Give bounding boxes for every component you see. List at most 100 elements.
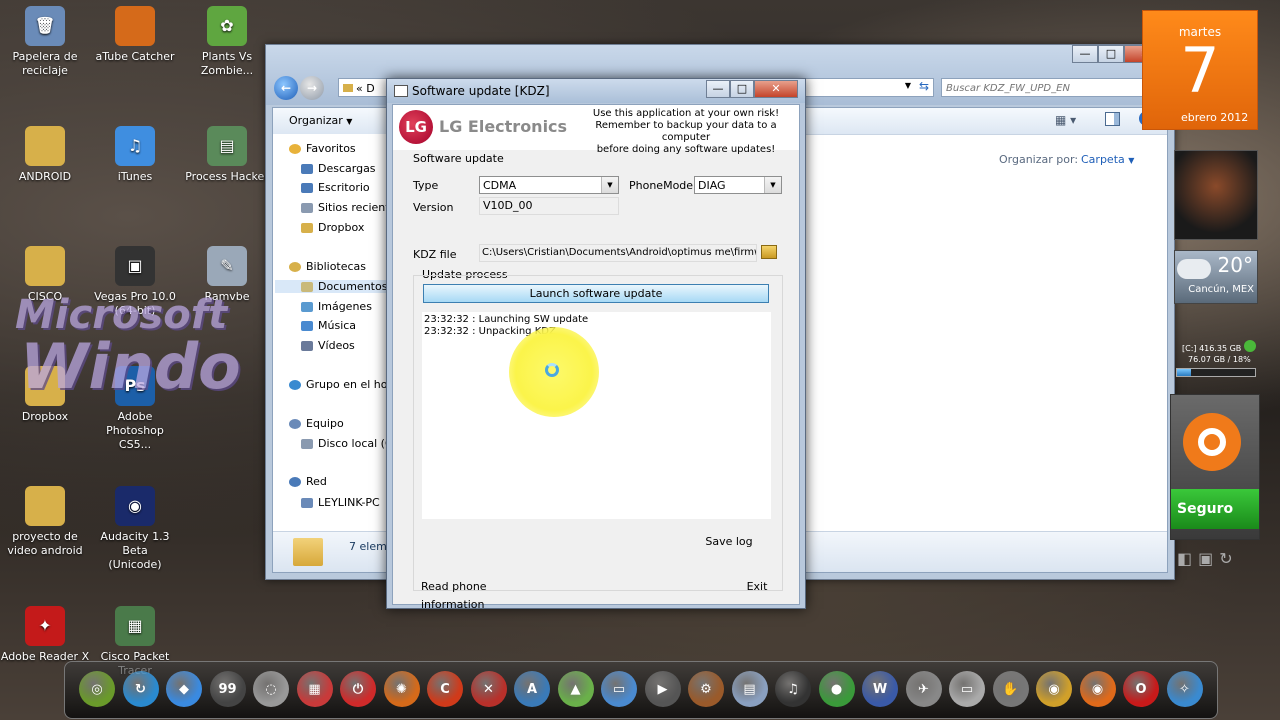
power-icon[interactable]: ⏻ xyxy=(340,671,376,707)
open-folder-icon[interactable] xyxy=(761,245,777,259)
nav-item-label: Grupo en el ho xyxy=(306,378,388,391)
headphones-icon[interactable]: ♫ xyxy=(775,671,811,707)
dialog-minimize-button[interactable]: — xyxy=(706,80,730,98)
nav-item-label: LEYLINK-PC xyxy=(318,496,380,509)
nav-item[interactable]: Grupo en el ho xyxy=(289,378,388,391)
antivirus-controls[interactable]: ◧▣↻ xyxy=(1177,549,1239,568)
nav-item[interactable]: Favoritos xyxy=(289,142,356,155)
desktop-icon[interactable]: ✿ Plants Vs Zombie... xyxy=(182,6,272,78)
address-bar[interactable]: « D xyxy=(338,78,388,97)
safari-icon[interactable]: ✧ xyxy=(1166,671,1203,707)
refresh-icon[interactable]: ⇆ xyxy=(919,79,929,93)
nav-item[interactable]: Documentos xyxy=(275,280,389,293)
minimize-button[interactable]: — xyxy=(1072,45,1098,63)
imac-icon[interactable]: ▭ xyxy=(949,671,985,707)
risk-notice: Use this application at your own risk! R… xyxy=(592,108,780,155)
desktop-icon[interactable]: ▤ Process Hacker xyxy=(182,126,272,184)
opera-icon[interactable]: O xyxy=(1123,671,1159,707)
nav-item[interactable]: Música xyxy=(301,319,356,332)
nav-item-icon xyxy=(301,438,313,449)
search-box[interactable]: ⚲ xyxy=(941,78,1165,97)
weather-gadget[interactable]: 20° Cancún, MEX xyxy=(1174,250,1258,304)
kdz-file-label: KDZ file xyxy=(413,248,457,261)
doc-icon[interactable]: ▤ xyxy=(731,671,768,707)
exit-button[interactable]: Exit xyxy=(739,578,775,596)
dropbox-icon[interactable]: ◆ xyxy=(166,671,202,707)
monitor-icon[interactable]: 99 xyxy=(209,671,246,707)
refresh-icon[interactable]: ↻ xyxy=(122,671,159,707)
save-log-button[interactable]: Save log xyxy=(701,533,757,551)
desktop-icon[interactable]: ♫ iTunes xyxy=(90,126,180,184)
chrome-icon[interactable]: ◉ xyxy=(1036,671,1072,707)
desktop-icon[interactable]: proyecto de video android xyxy=(0,486,90,558)
view-options-icon[interactable]: ▦ ▾ xyxy=(1055,113,1076,127)
hand-icon[interactable]: ✋ xyxy=(992,671,1029,707)
dialog-close-button[interactable]: ✕ xyxy=(754,80,798,98)
ccleaner-icon[interactable]: C xyxy=(427,671,463,707)
maximize-button[interactable]: □ xyxy=(1098,45,1124,63)
tools-icon[interactable]: ✕ xyxy=(470,671,507,707)
nav-item[interactable]: LEYLINK-PC xyxy=(301,496,380,509)
camera-icon[interactable]: ▶ xyxy=(644,671,681,707)
desktop-icon[interactable]: ◉ Audacity 1.3 Beta (Unicode) xyxy=(90,486,180,572)
organize-by-dropdown[interactable]: Carpeta ▼ xyxy=(1081,153,1134,166)
app-icon: ✦ xyxy=(25,606,65,646)
firefox-icon[interactable]: ◉ xyxy=(1079,671,1116,707)
nav-item-label: Vídeos xyxy=(318,339,355,352)
wow-icon[interactable]: W xyxy=(862,671,898,707)
plane-icon[interactable]: ✈ xyxy=(905,671,942,707)
nav-item-icon xyxy=(301,340,313,351)
search-input[interactable] xyxy=(942,79,1144,97)
desktop-icon[interactable]: 🗑 Papelera de reciclaje xyxy=(0,6,90,78)
desktop-icon[interactable]: ANDROID xyxy=(0,126,90,184)
nav-item[interactable]: Equipo xyxy=(289,417,344,430)
nav-item-label: Imágenes xyxy=(318,300,372,313)
read-phone-information-button[interactable]: Read phone information xyxy=(413,578,541,611)
mushroom-icon[interactable]: ● xyxy=(818,671,855,707)
phonemode-select[interactable]: DIAG ▼ xyxy=(694,176,782,194)
chevron-down-icon[interactable]: ▼ xyxy=(601,177,618,193)
dialog-maximize-button[interactable]: □ xyxy=(730,80,754,98)
nav-item[interactable]: Disco local (C xyxy=(301,437,389,450)
grid-icon[interactable]: ▦ xyxy=(296,671,333,707)
desktop-icon[interactable]: ✦ Adobe Reader X xyxy=(0,606,90,664)
desktop-icon-label: ANDROID xyxy=(18,170,72,183)
nav-item[interactable]: Escritorio xyxy=(301,181,370,194)
nav-item[interactable]: Bibliotecas xyxy=(289,260,366,273)
organize-menu[interactable]: Organizar ▼ xyxy=(289,114,352,127)
disc-icon[interactable]: ◌ xyxy=(253,671,289,707)
antivirus-gadget[interactable]: Seguro ◧▣↻ xyxy=(1170,394,1260,568)
window-icon[interactable]: ▭ xyxy=(601,671,637,707)
forward-button[interactable]: → xyxy=(300,76,324,100)
image-icon[interactable]: ▲ xyxy=(557,671,594,707)
nav-item[interactable]: Vídeos xyxy=(301,339,355,352)
dropdown-icon[interactable]: ▼ xyxy=(905,81,911,90)
nav-item[interactable]: Dropbox xyxy=(301,221,364,234)
back-button[interactable]: ← xyxy=(274,76,298,100)
kdz-file-field[interactable]: C:\Users\Cristian\Documents\Android\opti… xyxy=(479,244,757,262)
desktop-icon[interactable]: aTube Catcher xyxy=(90,6,180,64)
calendar-gadget[interactable]: martes 7 ebrero 2012 xyxy=(1142,10,1258,130)
nav-item-icon xyxy=(301,320,313,331)
app-icon xyxy=(25,246,65,286)
preview-pane-icon[interactable] xyxy=(1105,112,1120,126)
launch-software-update-button[interactable]: Launch software update xyxy=(423,284,769,303)
nav-item[interactable]: Descargas xyxy=(301,162,376,175)
weather-city: Cancún, MEX xyxy=(1188,284,1254,295)
nav-item[interactable]: Red xyxy=(289,475,327,488)
nav-item[interactable]: Imágenes xyxy=(301,300,372,313)
nav-item-icon xyxy=(301,202,313,213)
chevron-down-icon[interactable]: ▼ xyxy=(764,177,781,193)
log-textarea[interactable]: 23:32:32 : Launching SW update 23:32:32 … xyxy=(422,312,771,519)
gear-icon[interactable]: ⚙ xyxy=(688,671,724,707)
arch-icon[interactable]: A xyxy=(514,671,550,707)
nav-item[interactable]: Sitios reciente xyxy=(301,201,389,214)
globe-icon[interactable]: ◎ xyxy=(79,671,115,707)
atube-icon[interactable]: ✺ xyxy=(383,671,420,707)
disk-ok-icon xyxy=(1244,340,1256,352)
disk-usage-fill xyxy=(1177,369,1192,376)
nav-item-icon xyxy=(289,379,301,390)
address-bar-tail[interactable]: ▼ ⇆ xyxy=(804,78,934,97)
nav-item-label: Música xyxy=(318,319,357,332)
type-select[interactable]: CDMA ▼ xyxy=(479,176,619,194)
